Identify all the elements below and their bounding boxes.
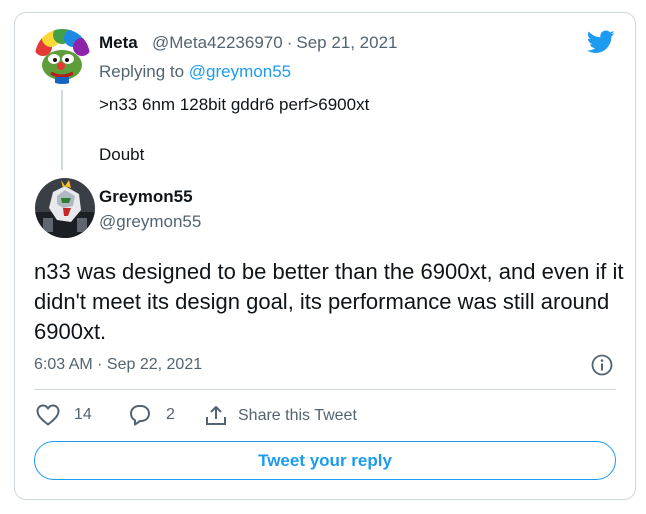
replying-to-line: Replying to @greymon55 (99, 62, 291, 82)
parent-tweet-date[interactable]: Sep 21, 2021 (296, 33, 397, 52)
reply-button[interactable]: 2 (128, 404, 175, 426)
share-button[interactable]: Share this Tweet (204, 404, 357, 428)
main-author-name[interactable]: Greymon55 (99, 187, 193, 207)
main-tweet-text: n33 was designed to be better than the 6… (34, 259, 624, 344)
twitter-bird-icon[interactable] (587, 30, 615, 54)
parent-tweet-text: >n33 6nm 128bit gddr6 perf>6900xt Doubt (99, 95, 370, 164)
share-label: Share this Tweet (238, 407, 357, 424)
parent-author-name[interactable]: Meta (99, 33, 138, 53)
replying-to-link[interactable]: @greymon55 (189, 62, 291, 81)
parent-author-handle[interactable]: @Meta42236970 (152, 33, 283, 52)
main-author-handle[interactable]: @greymon55 (99, 212, 201, 232)
reply-count: 2 (166, 406, 175, 423)
replying-to-prefix: Replying to (99, 62, 185, 81)
gundam-avatar[interactable] (35, 178, 95, 238)
pepe-clown-avatar[interactable] (35, 29, 90, 84)
share-icon (206, 406, 226, 425)
divider (34, 389, 616, 390)
thread-connector-line (61, 90, 63, 170)
like-button[interactable]: 14 (36, 404, 92, 426)
main-tweet-timestamp[interactable]: 6:03 AM · Sep 22, 2021 (34, 356, 202, 374)
heart-icon (36, 404, 60, 426)
separator-dot: · (286, 33, 293, 52)
tweet-your-reply-button[interactable]: Tweet your reply (34, 441, 616, 480)
like-count: 14 (74, 406, 92, 423)
parent-author-meta[interactable]: @Meta42236970 · Sep 21, 2021 (152, 33, 398, 53)
reply-bubble-icon (130, 405, 150, 426)
info-icon[interactable] (591, 354, 613, 376)
